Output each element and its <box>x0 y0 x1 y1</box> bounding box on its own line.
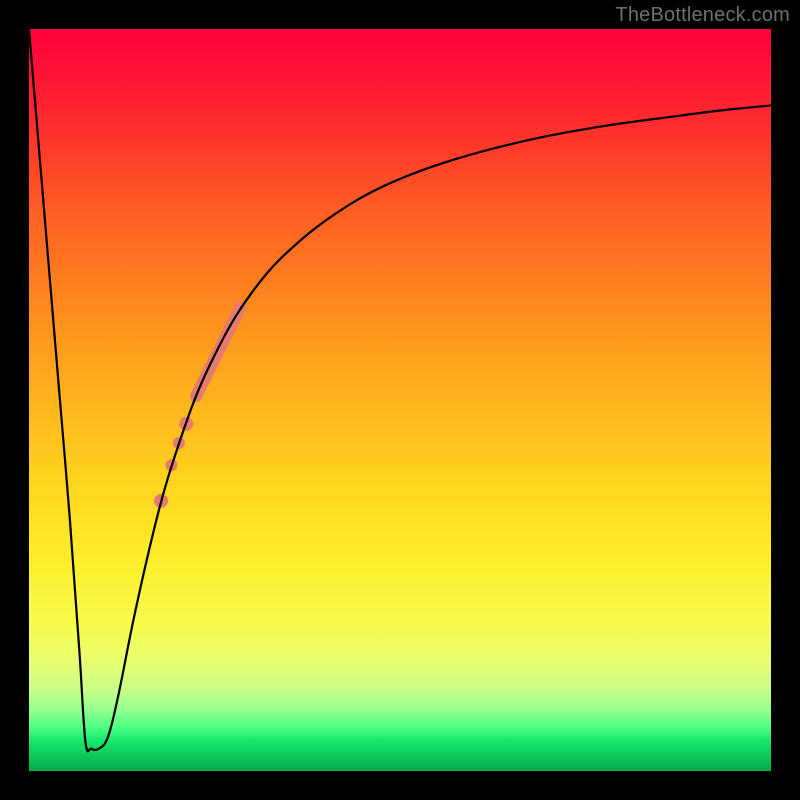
plot-area <box>29 29 771 771</box>
highlight-markers <box>154 307 240 508</box>
highlight-dot <box>165 459 177 471</box>
highlight-segment <box>196 307 241 396</box>
chart-frame: TheBottleneck.com <box>0 0 800 800</box>
highlight-dot <box>173 437 185 449</box>
bottleneck-curve <box>29 29 771 771</box>
curve-path <box>29 29 771 751</box>
highlight-dot <box>154 494 168 508</box>
attribution-text: TheBottleneck.com <box>615 4 790 27</box>
highlight-dot <box>179 417 193 431</box>
